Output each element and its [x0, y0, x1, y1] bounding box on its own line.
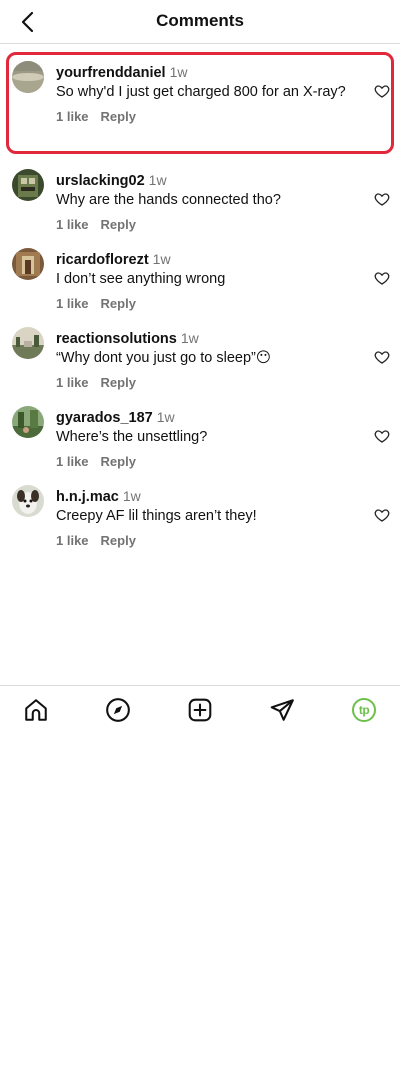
profile-initials: tp: [358, 703, 370, 717]
heart-icon[interactable]: [374, 428, 390, 444]
reply-button[interactable]: Reply: [101, 454, 136, 469]
comment-item: urslacking02 1w Why are the hands connect…: [0, 160, 400, 239]
avatar[interactable]: [12, 169, 44, 201]
comment-username[interactable]: urslacking02: [56, 173, 145, 189]
compass-icon: [106, 698, 130, 722]
nav-home[interactable]: [22, 696, 50, 724]
comment-username[interactable]: reactionsolutions: [56, 331, 177, 347]
comment-text: Where’s the unsettling?: [56, 429, 208, 445]
comment-username[interactable]: ricardoflorezt: [56, 252, 149, 268]
comment-time: 1w: [180, 330, 199, 346]
comment-text: Creepy AF lil things aren’t they!: [56, 508, 257, 524]
heart-icon[interactable]: [374, 270, 390, 286]
nav-explore[interactable]: [104, 696, 132, 724]
comment-time: 1w: [152, 251, 171, 267]
reply-button[interactable]: Reply: [101, 296, 136, 311]
plus-square-icon: [188, 698, 212, 722]
reply-button[interactable]: Reply: [101, 217, 136, 232]
nav-create[interactable]: [186, 696, 214, 724]
comment-text: Why are the hands connected tho?: [56, 192, 281, 208]
like-count[interactable]: 1 like: [56, 109, 89, 124]
comment-item: ricardoflorezt 1w I don’t see anything wr…: [0, 239, 400, 318]
avatar[interactable]: [12, 248, 44, 280]
reply-button[interactable]: Reply: [101, 533, 136, 548]
comment-text: “Why dont you just go to sleep”😶: [56, 350, 271, 366]
send-icon: [270, 699, 294, 721]
comment-list: yourfrenddaniel 1w So why'd I just get ch…: [0, 52, 400, 555]
nav-profile[interactable]: tp: [350, 696, 378, 724]
profile-avatar: tp: [352, 698, 376, 722]
comment-username[interactable]: gyarados_187: [56, 410, 153, 426]
comment-text: So why'd I just get charged 800 for an X…: [56, 84, 346, 100]
comment-username[interactable]: yourfrenddaniel: [56, 65, 166, 81]
bottom-nav: tp: [0, 685, 400, 731]
heart-icon[interactable]: [374, 349, 390, 365]
comment-time: 1w: [169, 64, 188, 80]
heart-icon[interactable]: [374, 191, 390, 207]
avatar[interactable]: [12, 327, 44, 359]
home-icon: [25, 699, 47, 721]
heart-icon[interactable]: [374, 507, 390, 523]
reply-button[interactable]: Reply: [101, 109, 136, 124]
like-count[interactable]: 1 like: [56, 296, 89, 311]
nav-messages[interactable]: [268, 696, 296, 724]
avatar[interactable]: [12, 485, 44, 517]
avatar[interactable]: [12, 61, 44, 93]
comment-username[interactable]: h.n.j.mac: [56, 489, 119, 505]
header-bar: Comments: [0, 0, 400, 44]
like-count[interactable]: 1 like: [56, 375, 89, 390]
heart-icon[interactable]: [374, 83, 390, 99]
comment-item: reactionsolutions 1w “Why dont you just g…: [0, 318, 400, 397]
comment-item: h.n.j.mac 1w Creepy AF lil things aren’t …: [0, 476, 400, 555]
reply-button[interactable]: Reply: [101, 375, 136, 390]
like-count[interactable]: 1 like: [56, 454, 89, 469]
comment-item: gyarados_187 1w Where’s the unsettling? 1…: [0, 397, 400, 476]
comment-item: yourfrenddaniel 1w So why'd I just get ch…: [0, 52, 400, 154]
comment-time: 1w: [156, 409, 175, 425]
comment-time: 1w: [148, 172, 167, 188]
avatar[interactable]: [12, 406, 44, 438]
comment-time: 1w: [122, 488, 141, 504]
page-title: Comments: [156, 11, 244, 30]
comment-text: I don’t see anything wrong: [56, 271, 226, 287]
like-count[interactable]: 1 like: [56, 533, 89, 548]
like-count[interactable]: 1 like: [56, 217, 89, 232]
